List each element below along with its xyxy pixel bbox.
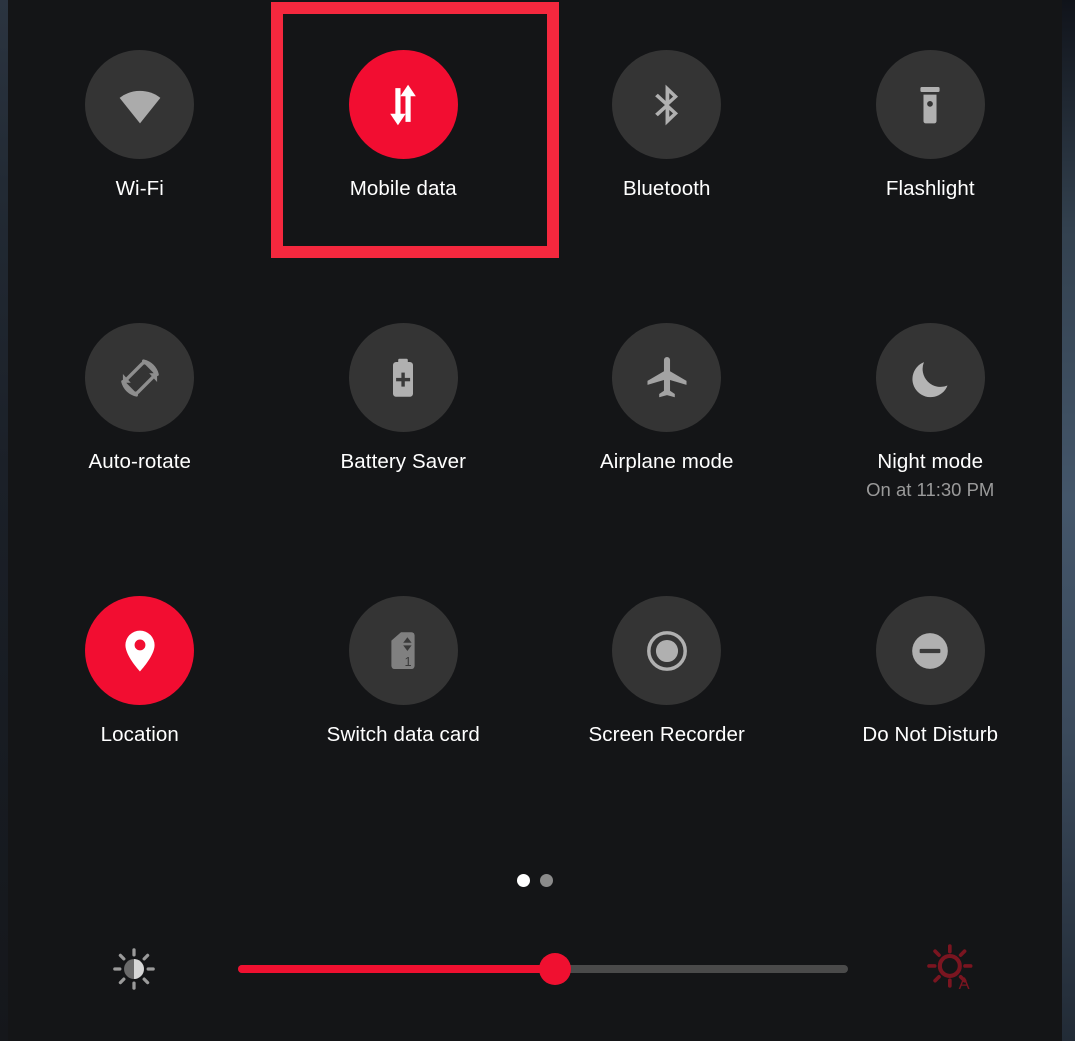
page-dot-2[interactable]: [540, 874, 553, 887]
tile-flashlight-label: Flashlight: [885, 177, 975, 200]
brightness-auto-icon[interactable]: A: [913, 940, 991, 998]
svg-text:A: A: [959, 975, 970, 993]
tile-night-mode[interactable]: Night mode On at 11:30 PM: [799, 323, 1063, 501]
tile-bluetooth-label: Bluetooth: [622, 177, 711, 200]
tile-row-1: Wi-Fi Mobile data Bluetooth Flashlight: [8, 50, 1062, 201]
tile-location-circle[interactable]: [85, 596, 195, 705]
tile-night-mode-sublabel: On at 11:30 PM: [866, 478, 995, 500]
bluetooth-icon: [642, 80, 692, 130]
tile-auto-rotate-label: Auto-rotate: [88, 450, 192, 473]
tile-wifi[interactable]: Wi-Fi: [8, 50, 272, 201]
tile-location-label: Location: [100, 723, 179, 746]
tile-mobile-data-label: Mobile data: [349, 177, 457, 200]
tile-night-mode-label: Night mode: [877, 450, 984, 473]
tile-switch-data-card-label: Switch data card: [326, 723, 480, 746]
tile-auto-rotate-circle[interactable]: [85, 323, 195, 432]
tile-screen-recorder-label: Screen Recorder: [588, 723, 745, 746]
tile-flashlight-circle[interactable]: [875, 50, 985, 159]
tile-battery-saver-label: Battery Saver: [340, 450, 466, 473]
page-dot-1[interactable]: [517, 874, 530, 887]
battery-plus-icon: [379, 354, 427, 402]
airplane-icon: [641, 352, 693, 404]
tile-flashlight[interactable]: Flashlight: [799, 50, 1063, 201]
flashlight-icon: [907, 82, 953, 128]
tile-night-mode-circle[interactable]: [875, 323, 985, 432]
tile-row-3: Location 1 Switch data card Screen Recor…: [8, 596, 1062, 747]
page-indicator: [8, 874, 1062, 887]
brightness-slider[interactable]: [238, 940, 848, 998]
tile-switch-data-card-circle[interactable]: 1: [348, 596, 458, 705]
brightness-row: A: [8, 940, 1062, 998]
mobile-data-icon: [376, 78, 430, 132]
brightness-medium-icon[interactable]: [100, 940, 168, 998]
auto-rotate-icon: [113, 351, 167, 405]
tile-wifi-circle[interactable]: [85, 50, 195, 159]
brightness-slider-thumb[interactable]: [539, 953, 572, 985]
sim-card-swap-icon: 1: [379, 627, 427, 675]
svg-text:1: 1: [405, 654, 412, 669]
tile-battery-saver-circle[interactable]: [348, 323, 458, 432]
tile-screen-recorder[interactable]: Screen Recorder: [535, 596, 799, 747]
right-edge-strip: [1062, 0, 1075, 1041]
tile-wifi-label: Wi-Fi: [115, 177, 164, 200]
location-pin-icon: [115, 626, 165, 676]
tile-do-not-disturb-circle[interactable]: [875, 596, 985, 705]
tile-row-2: Auto-rotate Battery Saver Airplane mode …: [8, 323, 1062, 501]
brightness-slider-fill: [238, 965, 556, 973]
tile-airplane-mode-label: Airplane mode: [600, 450, 734, 473]
tile-bluetooth-circle[interactable]: [612, 50, 722, 159]
quick-settings-panel: Wi-Fi Mobile data Bluetooth Flashlight A…: [8, 0, 1062, 1041]
left-edge-strip: [0, 0, 8, 1041]
tile-do-not-disturb-label: Do Not Disturb: [862, 723, 999, 746]
brightness-slider-track[interactable]: [238, 953, 848, 985]
moon-icon: [905, 353, 955, 403]
tile-switch-data-card[interactable]: 1 Switch data card: [272, 596, 536, 747]
tile-battery-saver[interactable]: Battery Saver: [272, 323, 536, 501]
quick-settings-screen: Wi-Fi Mobile data Bluetooth Flashlight A…: [0, 0, 1075, 1041]
tile-bluetooth[interactable]: Bluetooth: [535, 50, 799, 201]
tile-screen-recorder-circle[interactable]: [612, 596, 722, 705]
wifi-icon: [114, 79, 166, 131]
tile-airplane-mode[interactable]: Airplane mode: [535, 323, 799, 501]
tile-mobile-data-circle[interactable]: [348, 50, 458, 159]
record-circle-icon: [641, 625, 693, 677]
tile-auto-rotate[interactable]: Auto-rotate: [8, 323, 272, 501]
tile-location[interactable]: Location: [8, 596, 272, 747]
tile-do-not-disturb[interactable]: Do Not Disturb: [799, 596, 1063, 747]
do-not-disturb-icon: [907, 628, 953, 674]
tile-mobile-data[interactable]: Mobile data: [272, 50, 536, 201]
tile-airplane-mode-circle[interactable]: [612, 323, 722, 432]
